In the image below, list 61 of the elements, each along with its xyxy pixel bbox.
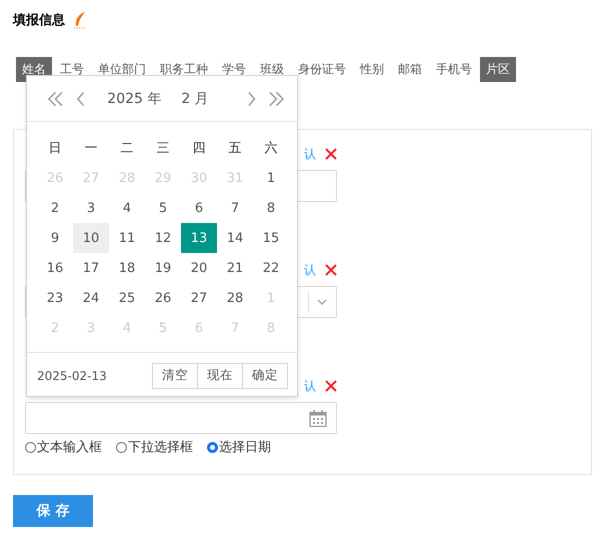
chevron-right-icon[interactable]: [246, 90, 256, 106]
day-cell[interactable]: 11: [109, 223, 145, 253]
day-cell[interactable]: 22: [253, 253, 289, 283]
double-chevron-left-icon[interactable]: [47, 90, 64, 106]
day-cell[interactable]: 25: [109, 283, 145, 313]
day-cell[interactable]: 4: [109, 193, 145, 223]
month-label[interactable]: 2 月: [181, 90, 209, 108]
day-cell[interactable]: 28: [217, 283, 253, 313]
selected-date: 2025-02-13: [37, 368, 107, 382]
day-cell[interactable]: 6: [181, 193, 217, 223]
day-cell[interactable]: 3: [73, 193, 109, 223]
field-tag[interactable]: 邮箱: [392, 57, 428, 82]
weekday-label: 六: [264, 140, 278, 158]
day-cell[interactable]: 27: [181, 283, 217, 313]
day-cell[interactable]: 16: [37, 253, 73, 283]
day-cell[interactable]: 7: [217, 193, 253, 223]
day-cell[interactable]: 13: [181, 223, 217, 253]
picker-button[interactable]: 现在: [197, 362, 243, 388]
day-cell[interactable]: 18: [109, 253, 145, 283]
feather-icon: [73, 11, 87, 29]
day-cell[interactable]: 17: [73, 253, 109, 283]
day-cell[interactable]: 15: [253, 223, 289, 253]
field-tag[interactable]: 片区: [480, 57, 516, 82]
delete-icon[interactable]: [325, 264, 337, 276]
day-cell[interactable]: 12: [145, 223, 181, 253]
day-cell[interactable]: 24: [73, 283, 109, 313]
day-cell[interactable]: 5: [145, 193, 181, 223]
chevron-left-icon[interactable]: [76, 90, 86, 106]
weekday-label: 四: [192, 140, 206, 158]
year-label[interactable]: 2025 年: [107, 90, 162, 108]
date-input[interactable]: [25, 402, 337, 434]
delete-icon[interactable]: [325, 148, 337, 160]
day-cell[interactable]: 23: [37, 283, 73, 313]
day-cell[interactable]: 1: [253, 163, 289, 193]
picker-button[interactable]: 确定: [242, 362, 288, 388]
day-cell[interactable]: 8: [253, 193, 289, 223]
day-cell[interactable]: 20: [181, 253, 217, 283]
day-cell[interactable]: 21: [217, 253, 253, 283]
weekday-label: 一: [84, 140, 98, 158]
day-cell[interactable]: 26: [145, 283, 181, 313]
day-cell[interactable]: 10: [73, 223, 109, 253]
chevron-down-icon: [317, 299, 327, 305]
day-cell[interactable]: 14: [217, 223, 253, 253]
day-cell[interactable]: 2: [37, 193, 73, 223]
radio-option[interactable]: 下拉选择框: [116, 438, 193, 456]
weekday-label: 二: [120, 140, 134, 158]
calendar-icon: [309, 410, 327, 426]
weekday-label: 三: [156, 140, 170, 158]
weekday-label: 日: [48, 140, 62, 158]
day-cell[interactable]: 19: [145, 253, 181, 283]
field-tag[interactable]: 性别: [354, 57, 390, 82]
weekday-label: 五: [228, 140, 242, 158]
picker-button[interactable]: 清空: [152, 362, 198, 388]
field-tag[interactable]: 手机号: [430, 57, 478, 82]
double-chevron-right-icon[interactable]: [268, 90, 286, 106]
page-title: 填报信息: [13, 12, 65, 29]
radio-option[interactable]: 选择日期: [207, 438, 271, 456]
field-tag[interactable]: 身份证号: [292, 57, 352, 82]
delete-icon[interactable]: [325, 380, 337, 392]
radio-option[interactable]: 文本输入框: [25, 438, 102, 456]
day-cell[interactable]: 9: [37, 223, 73, 253]
